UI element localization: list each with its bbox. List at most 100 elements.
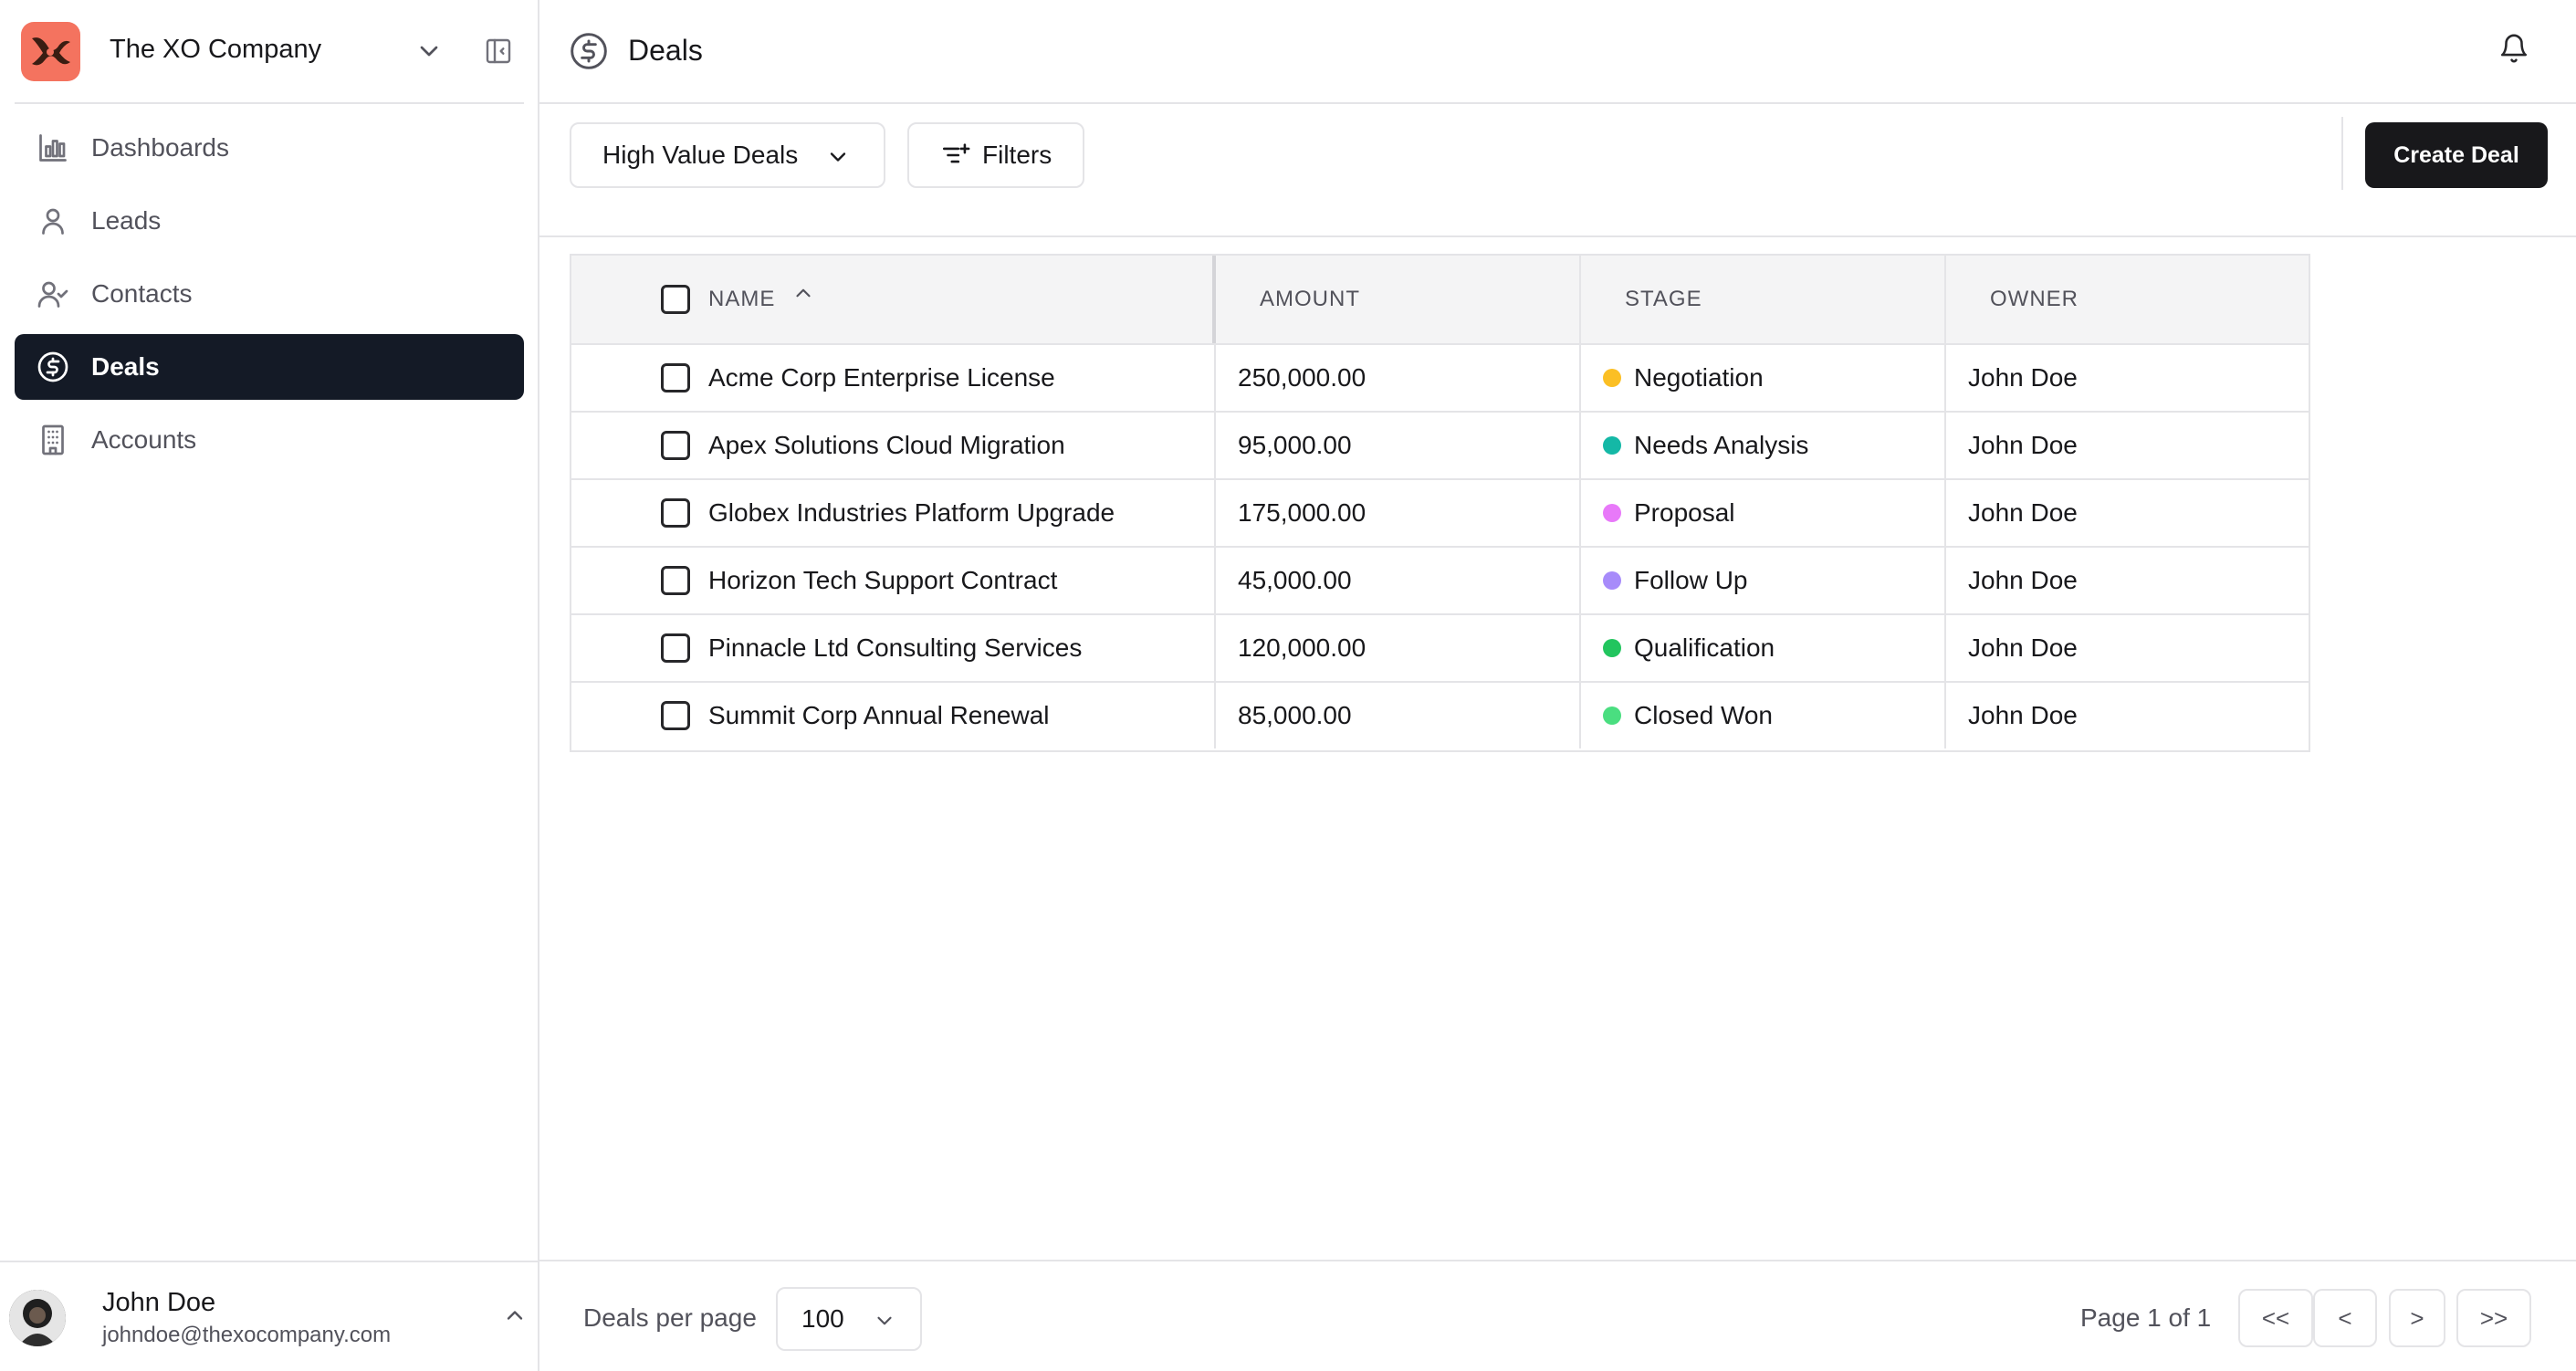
deal-owner: John Doe <box>1968 431 2078 459</box>
page-title: Deals <box>628 34 703 67</box>
table-row[interactable]: Globex Industries Platform Upgrade 175,0… <box>571 480 2309 548</box>
column-label: OWNER <box>1990 287 2079 311</box>
column-label: AMOUNT <box>1260 287 1360 311</box>
deal-stage-cell: Qualification <box>1581 615 1946 681</box>
sidebar-item-leads[interactable]: Leads <box>15 188 524 254</box>
deal-owner: John Doe <box>1968 633 2078 662</box>
first-page-button[interactable]: << <box>2238 1289 2313 1347</box>
stage-dot <box>1603 369 1621 387</box>
row-checkbox[interactable] <box>661 633 690 663</box>
table-header: NAME AMOUNT STAGE OWNER <box>571 256 2309 345</box>
column-label: STAGE <box>1625 287 1702 311</box>
user-check-icon <box>37 277 69 310</box>
sidebar-item-dashboards[interactable]: Dashboards <box>15 115 524 181</box>
sidebar-item-deals[interactable]: Deals <box>15 334 524 400</box>
deal-owner: John Doe <box>1968 363 2078 392</box>
user-menu[interactable]: John Doe johndoe@thexocompany.com <box>0 1261 538 1371</box>
org-switcher[interactable]: The XO Company <box>0 0 538 104</box>
deal-amount: 250,000.00 <box>1216 345 1581 411</box>
stage-dot <box>1603 504 1621 522</box>
deal-name-cell: Horizon Tech Support Contract <box>571 548 1216 613</box>
row-checkbox[interactable] <box>661 363 690 392</box>
page-info: Page 1 of 1 <box>2080 1303 2212 1332</box>
row-checkbox[interactable] <box>661 701 690 730</box>
deal-amount: 175,000.00 <box>1216 480 1581 546</box>
prev-page-button[interactable]: < <box>2313 1289 2377 1347</box>
bell-icon[interactable] <box>2498 33 2529 64</box>
row-checkbox[interactable] <box>661 498 690 528</box>
filter-plus-icon <box>940 140 971 171</box>
deal-stage: Proposal <box>1634 498 1735 527</box>
deals-table: NAME AMOUNT STAGE OWNER Acme Corp Enterp… <box>570 254 2310 752</box>
deal-stage: Needs Analysis <box>1634 431 1809 459</box>
bar-chart-icon <box>37 131 69 164</box>
view-select[interactable]: High Value Deals <box>570 122 885 188</box>
deal-owner: John Doe <box>1968 498 2078 527</box>
deal-owner: John Doe <box>1968 701 2078 729</box>
sidebar-item-accounts[interactable]: Accounts <box>15 407 524 473</box>
deal-amount: 120,000.00 <box>1216 615 1581 681</box>
chevron-down-icon <box>825 144 851 170</box>
sidebar-nav: Dashboards Leads Contacts Deals Accounts <box>15 115 524 480</box>
deal-stage-cell: Negotiation <box>1581 345 1946 411</box>
sidebar-item-label: Dashboards <box>91 133 229 162</box>
sidebar-item-label: Contacts <box>91 279 193 308</box>
deal-name[interactable]: Apex Solutions Cloud Migration <box>708 431 1065 460</box>
sidebar-divider <box>15 102 524 104</box>
chevron-up-icon[interactable] <box>502 1303 528 1328</box>
deal-name-cell: Apex Solutions Cloud Migration <box>571 413 1216 478</box>
row-checkbox[interactable] <box>661 566 690 595</box>
filters-label: Filters <box>982 141 1052 169</box>
toolbar-divider <box>2341 117 2343 190</box>
column-header-owner[interactable]: OWNER <box>1946 256 2309 343</box>
create-deal-button[interactable]: Create Deal <box>2365 122 2548 188</box>
sidebar-collapse-icon[interactable] <box>484 37 513 66</box>
stage-dot <box>1603 571 1621 590</box>
user-icon <box>37 204 69 237</box>
row-checkbox[interactable] <box>661 431 690 460</box>
deal-name[interactable]: Pinnacle Ltd Consulting Services <box>708 633 1082 663</box>
filters-button[interactable]: Filters <box>907 122 1084 188</box>
deal-owner: John Doe <box>1968 566 2078 594</box>
stage-dot <box>1603 639 1621 657</box>
deal-name-cell: Summit Corp Annual Renewal <box>571 683 1216 748</box>
deal-name-cell: Acme Corp Enterprise License <box>571 345 1216 411</box>
building-icon <box>37 424 69 456</box>
column-header-amount[interactable]: AMOUNT <box>1216 256 1581 343</box>
per-page-select[interactable]: 100 <box>776 1287 922 1351</box>
user-email: johndoe@thexocompany.com <box>102 1323 392 1347</box>
deal-stage-cell: Needs Analysis <box>1581 413 1946 478</box>
dollar-circle-icon <box>569 31 609 71</box>
deal-name[interactable]: Globex Industries Platform Upgrade <box>708 498 1115 528</box>
view-select-label: High Value Deals <box>602 141 799 169</box>
sidebar-item-label: Deals <box>91 352 160 381</box>
last-page-button[interactable]: >> <box>2456 1289 2531 1347</box>
deal-stage: Closed Won <box>1634 701 1774 729</box>
dollar-circle-icon <box>37 351 69 383</box>
select-all-checkbox[interactable] <box>661 285 690 314</box>
column-header-name[interactable]: NAME <box>571 256 1216 343</box>
column-header-stage[interactable]: STAGE <box>1581 256 1946 343</box>
toolbar: High Value Deals Filters Create Deal <box>539 104 2576 237</box>
table-row[interactable]: Acme Corp Enterprise License 250,000.00 … <box>571 345 2309 413</box>
main-content: Deals High Value Deals Filters Create De… <box>539 0 2576 1371</box>
sidebar-item-contacts[interactable]: Contacts <box>15 261 524 327</box>
next-page-button[interactable]: > <box>2389 1289 2445 1347</box>
table-row[interactable]: Apex Solutions Cloud Migration 95,000.00… <box>571 413 2309 480</box>
table-row[interactable]: Pinnacle Ltd Consulting Services 120,000… <box>571 615 2309 683</box>
deal-name[interactable]: Acme Corp Enterprise License <box>708 363 1055 392</box>
deal-stage: Follow Up <box>1634 566 1748 594</box>
deal-name[interactable]: Horizon Tech Support Contract <box>708 566 1057 595</box>
chevron-down-icon[interactable] <box>414 37 444 66</box>
per-page-label: Deals per page <box>583 1303 757 1332</box>
sort-asc-icon[interactable] <box>791 281 815 305</box>
table-row[interactable]: Horizon Tech Support Contract 45,000.00 … <box>571 548 2309 615</box>
user-name: John Doe <box>102 1288 216 1317</box>
deal-amount: 85,000.00 <box>1216 683 1581 748</box>
table-row[interactable]: Summit Corp Annual Renewal 85,000.00 Clo… <box>571 683 2309 750</box>
stage-dot <box>1603 436 1621 455</box>
sidebar-item-label: Leads <box>91 206 162 235</box>
per-page-value: 100 <box>801 1304 844 1333</box>
deal-name[interactable]: Summit Corp Annual Renewal <box>708 701 1050 730</box>
deal-name-cell: Globex Industries Platform Upgrade <box>571 480 1216 546</box>
